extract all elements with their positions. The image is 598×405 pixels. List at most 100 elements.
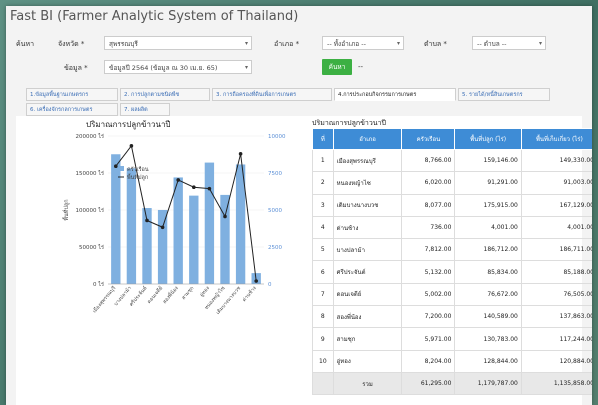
legend-label: พื้นที่ปลูก [127, 173, 148, 181]
data-point [129, 144, 134, 148]
table-row: 2 หนองหญ้าไซ 6,020.00 91,291.00 91,003.00 [312, 171, 592, 195]
table-cell: อู่ทอง [332, 349, 403, 373]
table-row: 10 อู่ทอง 8,204.00 128,844.00 120,884.00 [312, 349, 592, 373]
table-cell: ศรีประจันต์ [332, 260, 403, 284]
table-total-cell: 61,295.00 [401, 371, 456, 396]
table-cell: 167,129.00 [520, 193, 592, 217]
x-tick-label: อู่ทอง [199, 285, 212, 298]
table-cell: 6 [312, 260, 334, 284]
x-tick-label: เมืองสุพรรณบุรี [91, 285, 118, 315]
col-header-households[interactable]: ครัวเรือน [401, 128, 456, 150]
app-title: Fast BI (Farmer Analytic System of Thail… [10, 9, 299, 24]
bar [189, 195, 199, 284]
subdistrict-label: ตำบล * [424, 40, 447, 48]
table-cell: 76,505.00 [520, 282, 592, 307]
chevron-down-icon: ▾ [244, 40, 248, 47]
table-cell: 5,132.00 [401, 260, 456, 284]
table-row: 7 ดอนเจดีย์ 5,002.00 76,672.00 76,505.00 [312, 282, 592, 307]
table-cell: 85,188.00 [520, 260, 592, 284]
y-tick-label: 200000 ไร่ [76, 133, 105, 140]
table-cell: บางปลาม้า [332, 238, 403, 262]
table-cell: หนองหญ้าไซ [332, 171, 403, 195]
tab-machinery[interactable]: 6. เครื่องจักรกลการเกษตร [26, 103, 118, 116]
y-axis-label: พื้นที่ปลูก [62, 199, 70, 220]
table-cell: 186,711.00 [520, 238, 592, 262]
bar [204, 162, 215, 284]
data-point [223, 214, 227, 219]
search-label: ค้นหา [16, 40, 35, 48]
table-cell: ดอนเจดีย์ [332, 282, 403, 307]
district-select[interactable]: -- ทั้งอำเภอ -- ▾ [322, 36, 404, 50]
data-point [192, 185, 196, 190]
rice-table: ที่ อำเภอ ครัวเรือน พื้นที่ปลูก (ไร่) พื… [312, 128, 592, 396]
table-row: 4 ด่านช้าง 736.00 4,001.00 4,001.00 [312, 215, 592, 240]
table-cell: 186,712.00 [454, 238, 522, 262]
table-cell: 9 [312, 327, 334, 351]
y2-tick-label: 7500 [268, 171, 282, 177]
col-header-planted-area[interactable]: พื้นที่ปลูก (ไร่) [454, 128, 522, 150]
table-cell: 120,884.00 [520, 349, 592, 373]
y2-tick-label: 5000 [268, 208, 282, 214]
chevron-down-icon: ▾ [538, 40, 542, 47]
table-cell: 4 [312, 215, 334, 240]
table-cell: 91,003.00 [520, 171, 592, 195]
province-select[interactable]: สุพรรณบุรี ▾ [104, 36, 252, 50]
table-cell: 7,812.00 [401, 238, 456, 262]
table-cell: 85,834.00 [454, 260, 522, 284]
data-point [160, 225, 165, 230]
table-cell: 5,971.00 [401, 327, 456, 351]
x-tick-label: สามชุก [181, 285, 196, 301]
x-tick-label: ด่านช้าง [241, 284, 258, 303]
y-tick-label: 100000 ไร่ [76, 207, 105, 214]
table-row: 3 เดิมบางนางบวช 8,077.00 175,915.00 167,129.… [312, 193, 592, 217]
tab-basic-info[interactable]: 1.ข้อมูลพื้นฐานเกษตรกร [26, 88, 118, 101]
tab-activities[interactable]: 4.การประกอบกิจกรรมการเกษตร [334, 88, 456, 101]
data-value: ข้อมูลปี 2564 (ข้อมูล ณ 30 เม.ย. 65) [109, 64, 218, 72]
table-cell: 3 [312, 193, 334, 217]
subdistrict-select[interactable]: -- ตำบล -- ▾ [472, 36, 546, 50]
y2-tick-label: 0 [268, 282, 272, 288]
bar [173, 177, 183, 284]
tab-income-debt[interactable]: 5. รายได้/หนี้สินเกษตรกร [458, 88, 550, 101]
bar [157, 209, 168, 284]
table-cell: 149,330.00 [520, 148, 592, 173]
table-total-cell: 1,179,787.00 [454, 371, 522, 396]
table-cell: 10 [312, 349, 334, 373]
table-cell: 117,244.00 [520, 327, 592, 351]
subdistrict-value: -- ตำบล -- [477, 40, 507, 48]
y-tick-label: 0 ไร่ [93, 281, 104, 288]
col-header-no[interactable]: ที่ [312, 128, 334, 150]
y-tick-label: 50000 ไร่ [79, 244, 104, 251]
y2-tick-label: 10000 [268, 134, 286, 140]
tab-content: ปริมาณการปลูกข้าวนาปี 200000 ไร่ 150000 ไ… [16, 116, 592, 405]
table-cell: 2 [312, 171, 334, 195]
table-cell: 137,863.00 [520, 305, 592, 329]
table-cell: 1 [312, 148, 334, 173]
search-button[interactable]: ค้นหา [322, 59, 352, 75]
col-header-harvested-area[interactable]: พื้นที่เก็บเกี่ยว (ไร่) [520, 128, 592, 150]
data-point [254, 279, 258, 283]
table-cell: 8,077.00 [401, 193, 456, 217]
data-point [207, 186, 212, 191]
data-select[interactable]: ข้อมูลปี 2564 (ข้อมูล ณ 30 เม.ย. 65) ▾ [104, 60, 252, 74]
tab-crop-type[interactable]: 2. การปลูกตามชนิดพืช [120, 88, 210, 101]
table-cell: 130,783.00 [454, 327, 522, 351]
data-point [238, 152, 243, 156]
table-total-cell: รวม [332, 371, 403, 396]
table-row: 5 บางปลาม้า 7,812.00 186,712.00 186,711.00 [312, 238, 592, 262]
col-header-district[interactable]: อำเภอ [332, 128, 403, 150]
y-tick-label: 150000 ไร่ [76, 170, 105, 177]
table-cell: 8,766.00 [401, 148, 456, 173]
table-total-cell [312, 371, 334, 396]
table-cell: 4,001.00 [520, 215, 592, 240]
legend-swatch [118, 166, 124, 171]
table-row: 1 เมืองสุพรรณบุรี 8,766.00 159,146.00 149,33… [312, 148, 592, 173]
table-cell: 4,001.00 [454, 215, 522, 240]
tab-yield[interactable]: 7. ผลผลิต [120, 103, 170, 116]
table-cell: 5,002.00 [401, 282, 456, 307]
table-cell: เมืองสุพรรณบุรี [332, 148, 403, 173]
y2-tick-label: 2500 [268, 245, 282, 251]
table-header-row: ที่ อำเภอ ครัวเรือน พื้นที่ปลูก (ไร่) พื… [312, 128, 592, 150]
tab-land-holding[interactable]: 3. การถือครองที่ดินเพื่อการเกษตร [212, 88, 332, 101]
rice-chart: 200000 ไร่150000 ไร่100000 ไร่50000 ไร่0… [62, 133, 286, 316]
